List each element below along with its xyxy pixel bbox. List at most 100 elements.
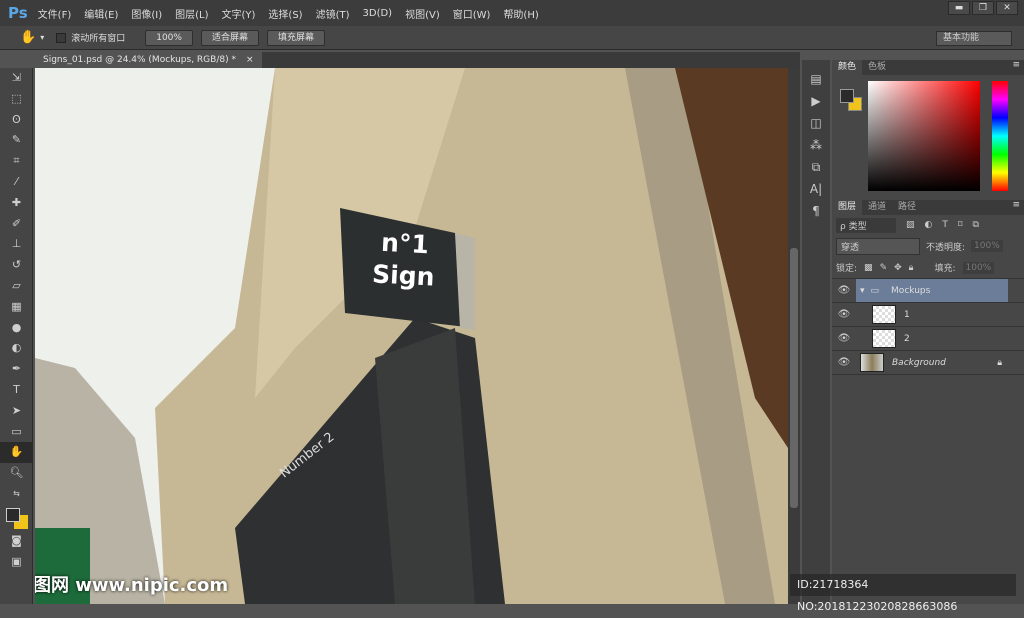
menu-view[interactable]: 视图(V) [405,6,440,21]
hand-tool-icon[interactable]: ✋ [0,442,33,464]
layer-name: Mockups [891,285,931,296]
quick-mask-icon[interactable]: ◙ [0,531,33,552]
opacity-input[interactable]: 100% [971,240,1003,252]
pen-tool-icon[interactable]: ✒ [0,359,33,380]
zoom-tool-icon[interactable]: 🔍︎ [0,463,33,484]
paragraph-icon[interactable]: ¶ [802,200,830,222]
layer-row-1[interactable]: 👁︎ 1 [832,303,1024,327]
fill-input[interactable]: 100% [962,261,995,274]
menu-edit[interactable]: 编辑(E) [84,6,118,21]
vertical-scrollbar[interactable] [788,68,800,604]
hand-tool-icon[interactable]: ✋ [20,30,36,45]
blend-mode-select[interactable]: 穿透 [836,237,920,255]
lock-pixels-icon[interactable]: ✎ [880,263,888,273]
path-selection-tool-icon[interactable]: ➤ [0,401,33,422]
brush-presets-icon[interactable]: ⁂ [802,134,830,156]
fill-label: 填充: [934,264,956,274]
dodge-tool-icon[interactable]: ◐ [0,338,33,359]
filter-shape-icon[interactable]: ⌑ [958,220,963,230]
scroll-all-windows-label: 滚动所有窗口 [71,34,126,44]
layers-menu-icon[interactable]: ≡ [1012,200,1024,215]
close-button[interactable]: ✕ [996,1,1018,15]
watermark-id: ID:21718364 NO:20181223020828663086 [790,574,1016,613]
menu-file[interactable]: 文件(F) [38,6,72,21]
healing-brush-tool-icon[interactable]: ✚ [0,193,33,214]
visibility-eye-icon[interactable]: 👁︎ [832,309,856,320]
tool-preset-dropdown[interactable]: ▾ [40,33,44,42]
color-swatches[interactable] [0,505,33,531]
visibility-eye-icon[interactable]: 👁︎ [832,333,856,344]
menu-image[interactable]: 图像(I) [131,6,162,21]
layer-row-mockups[interactable]: 👁︎ ▾ ▭ Mockups [832,279,1024,303]
menu-layer[interactable]: 图层(L) [175,6,208,21]
history-icon[interactable]: ▤ [802,68,830,90]
eyedropper-tool-icon[interactable]: ⁄ [0,172,33,193]
menu-3d[interactable]: 3D(D) [363,8,393,19]
expand-arrow-icon[interactable]: ▾ [860,286,865,296]
fit-screen-button[interactable]: 适合屏幕 [200,29,259,46]
swap-colors-icon[interactable]: ⇆ [0,484,33,505]
photo-storefront [35,68,788,604]
document-tab[interactable]: Signs_01.psd @ 24.4% (Mockups, RGB/8) * … [35,52,262,68]
clone-stamp-tool-icon[interactable]: ⊥ [0,234,33,255]
lock-all-icon[interactable]: 🔒︎ [909,263,914,273]
history-brush-tool-icon[interactable]: ↺ [0,255,33,276]
workspace-switcher[interactable]: 基本功能 [936,31,1012,46]
brush-tool-icon[interactable]: ✐ [0,214,33,235]
menu-window[interactable]: 窗口(W) [453,6,491,21]
gradient-tool-icon[interactable]: ▦ [0,297,33,318]
menu-help[interactable]: 帮助(H) [503,6,538,21]
panel-dock: ▤ ▶ ◫ ⁂ ⧉ A| ¶ [802,60,830,604]
character-icon[interactable]: A| [802,178,830,200]
background-thumbnail [860,353,884,372]
eraser-tool-icon[interactable]: ▱ [0,276,33,297]
color-picker-field[interactable] [868,81,980,191]
document-canvas[interactable]: n°1 Sign Number 2 昵图网 www.nipic.com [35,68,788,604]
quick-selection-tool-icon[interactable]: ✎ [0,130,33,151]
smart-object-thumbnail [872,329,896,348]
fill-screen-button[interactable]: 填充屏幕 [266,29,325,46]
adjustments-icon[interactable]: ◫ [802,112,830,134]
rectangle-tool-icon[interactable]: ▭ [0,422,33,443]
hue-slider[interactable] [992,81,1008,191]
lock-position-icon[interactable]: ✥ [894,263,902,273]
scrollbar-thumb[interactable] [790,248,798,508]
minimize-button[interactable]: ▬ [948,1,970,15]
scroll-all-windows-checkbox[interactable] [56,32,67,43]
close-tab-icon[interactable]: × [246,52,254,68]
right-panels: 颜色 色板 ≡ 图层 通道 路径 ≡ ρ 类型 ▨ ◐ T ⌑ ⧉ 穿透 不透明… [832,60,1024,604]
lasso-tool-icon[interactable]: ʘ [0,110,33,131]
type-tool-icon[interactable]: T [0,380,33,401]
menu-select[interactable]: 选择(S) [268,6,302,21]
tab-layers[interactable]: 图层 [832,200,863,215]
screen-mode-icon[interactable]: ▣ [0,552,33,573]
zoom-100-button[interactable]: 100% [145,29,193,46]
maximize-button[interactable]: ❐ [972,1,994,15]
blur-tool-icon[interactable]: ● [0,318,33,339]
marquee-tool-icon[interactable]: ⬚ [0,89,33,110]
filter-adjustment-icon[interactable]: ◐ [925,220,933,230]
actions-play-icon[interactable]: ▶ [802,90,830,112]
panel-menu-icon[interactable]: ≡ [1012,60,1024,75]
layer-row-2[interactable]: 👁︎ 2 [832,327,1024,351]
document-title: Signs_01.psd @ 24.4% (Mockups, RGB/8) * [43,55,236,65]
filter-type-icon[interactable]: T [942,220,948,230]
document-tab-bar: Signs_01.psd @ 24.4% (Mockups, RGB/8) * … [35,52,800,68]
crop-tool-icon[interactable]: ⌗ [0,151,33,172]
menu-filter[interactable]: 滤镜(T) [316,6,350,21]
lock-transparent-icon[interactable]: ▩ [864,263,873,273]
filter-pixel-icon[interactable]: ▨ [906,220,915,230]
filter-smart-object-icon[interactable]: ⧉ [973,220,979,230]
filter-kind-select[interactable]: ρ 类型 [836,217,896,233]
visibility-eye-icon[interactable]: 👁︎ [832,357,856,368]
move-tool-icon[interactable]: ⇲ [0,68,33,89]
foreground-color-swatch[interactable] [840,89,854,103]
tab-channels[interactable]: 通道 [862,200,892,215]
tab-swatches[interactable]: 色板 [862,60,892,75]
menu-type[interactable]: 文字(Y) [222,6,256,21]
tab-paths[interactable]: 路径 [892,200,922,215]
clone-source-icon[interactable]: ⧉ [802,156,830,178]
tab-color[interactable]: 颜色 [832,60,863,75]
visibility-eye-icon[interactable]: 👁︎ [832,285,856,296]
layer-row-background[interactable]: 👁︎ Background 🔒︎ [832,351,1024,375]
